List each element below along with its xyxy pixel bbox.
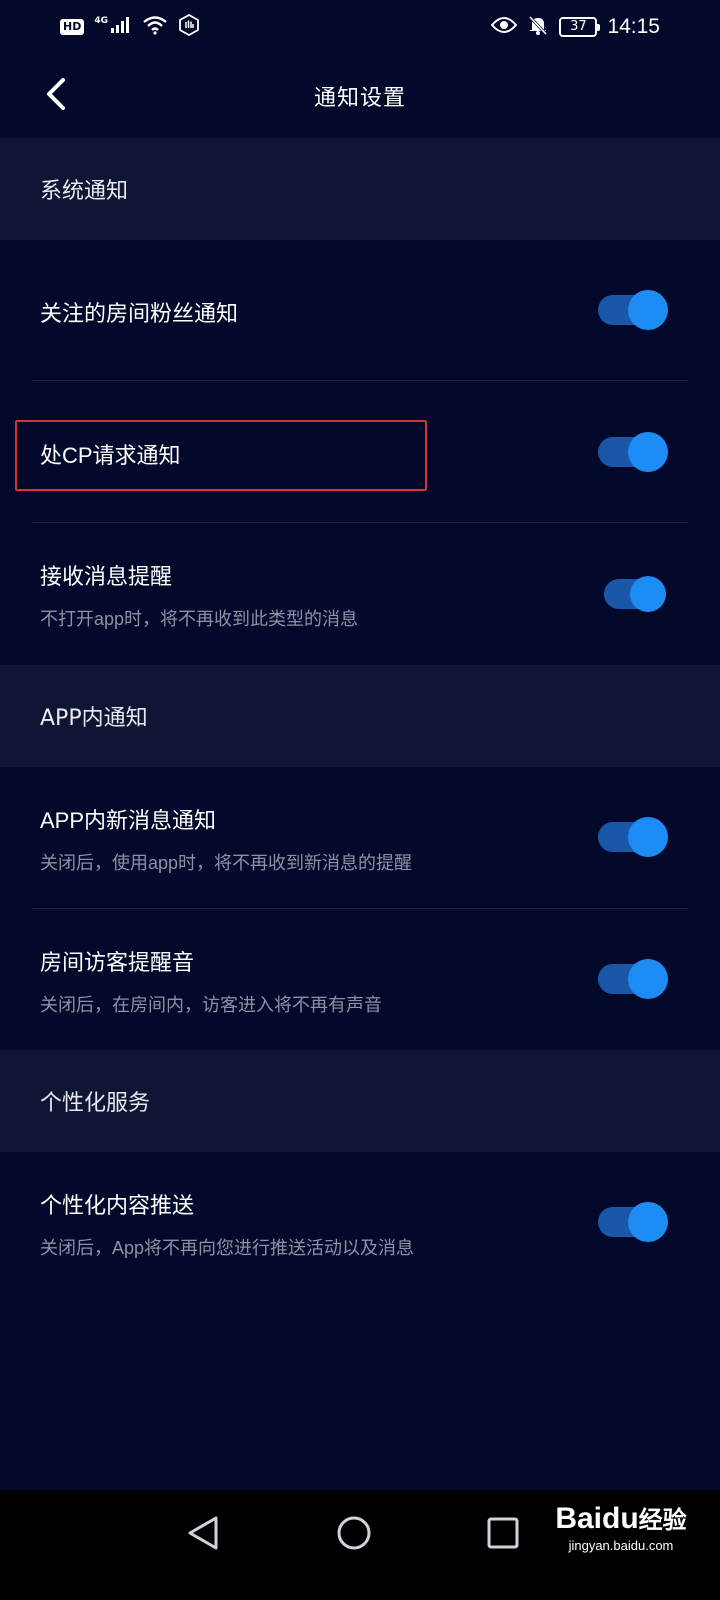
setting-row-in-app-message[interactable]: APP内新消息通知 关闭后，使用app时，将不再收到新消息的提醒 (0, 767, 720, 908)
highlight-box (15, 420, 427, 491)
toggle-knob (628, 290, 668, 330)
page-title: 通知设置 (313, 86, 406, 111)
row-title: 房间访客提醒音 (40, 950, 195, 975)
home-circle-icon[interactable] (336, 1515, 372, 1555)
toggle-switch[interactable] (598, 290, 668, 330)
status-right: 37 14:15 (491, 14, 660, 41)
signal-icon (110, 15, 132, 39)
recents-square-icon[interactable] (487, 1515, 519, 1555)
row-title: 关注的房间粉丝通知 (40, 301, 239, 326)
wifi-icon (142, 15, 168, 40)
hd-badge: HD (60, 19, 85, 35)
watermark-logo-bai: Bai (555, 1502, 603, 1535)
watermark-logo-du: du (602, 1502, 639, 1535)
toggle-switch[interactable] (598, 817, 668, 857)
toggle-knob (628, 432, 668, 472)
chevron-left-icon (44, 77, 68, 115)
hand-icon (178, 13, 200, 41)
toggle-switch[interactable] (598, 1202, 668, 1242)
toggle-switch[interactable] (598, 959, 668, 999)
row-description: 不打开app时，将不再收到此类型的消息 (40, 609, 359, 629)
status-bar: HD 4G 37 14:15 (0, 0, 720, 54)
status-left: HD 4G (60, 13, 200, 41)
section-header-personal: 个性化服务 (0, 1050, 720, 1152)
back-button[interactable] (36, 76, 76, 116)
system-nav-bar: Baidu经验 jingyan.baidu.com (0, 1490, 720, 1600)
row-description: 关闭后，使用app时，将不再收到新消息的提醒 (40, 853, 413, 873)
battery-icon: 37 (559, 17, 601, 37)
back-triangle-icon[interactable] (186, 1515, 220, 1555)
setting-row-room-fans[interactable]: 关注的房间粉丝通知 (0, 240, 720, 380)
watermark-logo-suffix: 经验 (638, 1507, 687, 1534)
row-title: 个性化内容推送 (40, 1193, 195, 1218)
row-description: 关闭后，在房间内，访客进入将不再有声音 (40, 995, 382, 1015)
toggle-knob (628, 1202, 668, 1242)
row-title: 接收消息提醒 (40, 564, 173, 589)
nav-bar: 通知设置 (0, 54, 720, 138)
network-label: 4G (94, 15, 108, 26)
clock: 14:15 (607, 15, 660, 38)
toggle-knob (628, 959, 668, 999)
setting-row-personal-push[interactable]: 个性化内容推送 关闭后，App将不再向您进行推送活动以及消息 (0, 1152, 720, 1294)
section-header-in-app: APP内通知 (0, 665, 720, 767)
bell-off-icon (527, 14, 549, 41)
toggle-switch[interactable] (604, 576, 666, 612)
watermark-logo: Baidu经验 (536, 1500, 706, 1536)
row-description: 关闭后，App将不再向您进行推送活动以及消息 (40, 1238, 415, 1258)
row-title: APP内新消息通知 (40, 808, 217, 833)
toggle-switch[interactable] (598, 432, 668, 472)
baidu-watermark: Baidu经验 jingyan.baidu.com (536, 1500, 706, 1590)
toggle-knob (628, 817, 668, 857)
setting-row-visitor-sound[interactable]: 房间访客提醒音 关闭后，在房间内，访客进入将不再有声音 (0, 909, 720, 1050)
watermark-url: jingyan.baidu.com (568, 1538, 674, 1553)
setting-row-message-reminder[interactable]: 接收消息提醒 不打开app时，将不再收到此类型的消息 (0, 523, 720, 665)
toggle-knob (630, 576, 666, 612)
section-header-system: 系统通知 (0, 138, 720, 240)
eye-icon (491, 15, 518, 39)
